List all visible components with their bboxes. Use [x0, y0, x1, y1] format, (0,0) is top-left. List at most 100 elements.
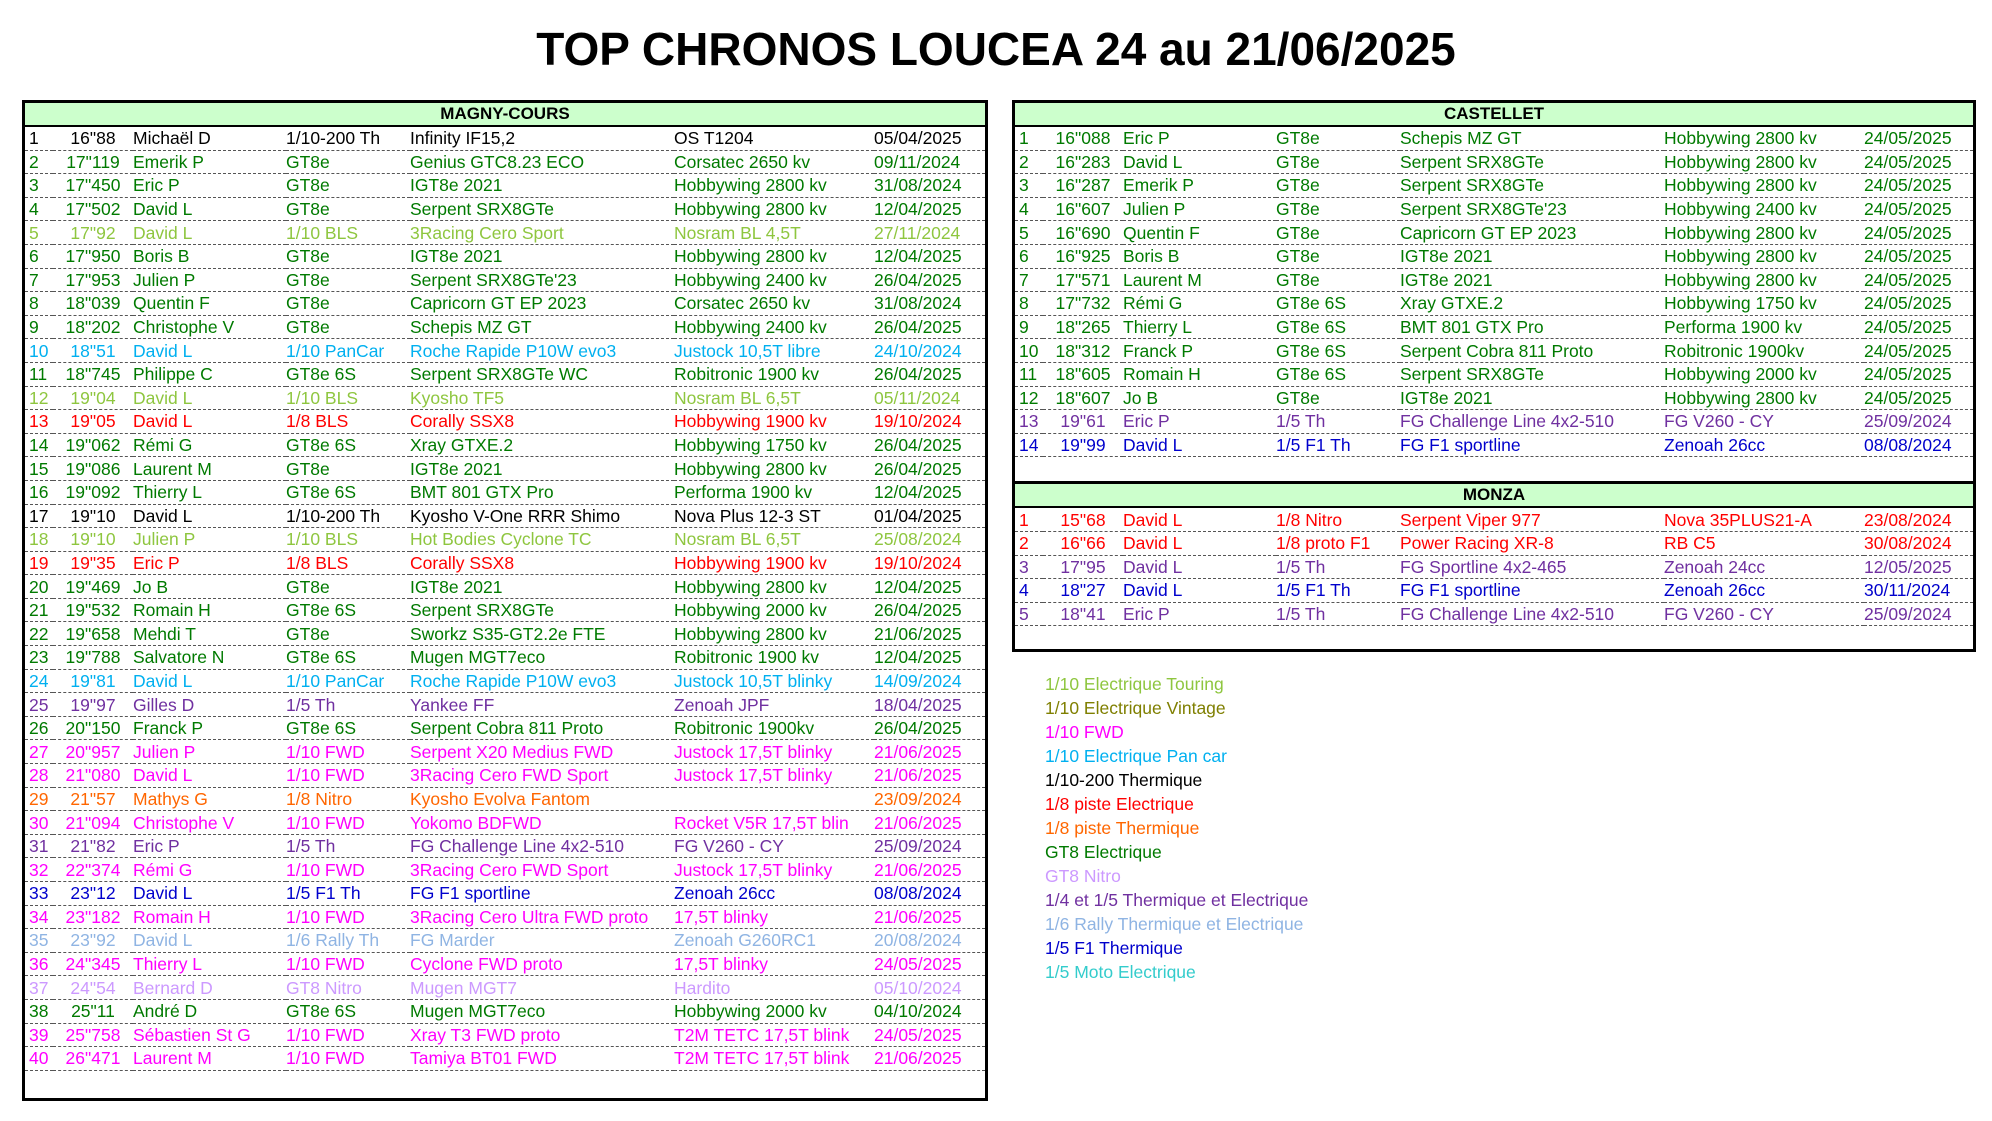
table-row: 3 17"450 Eric P GT8e IGT8e 2021 Hobbywing 280…	[25, 173, 985, 198]
date-cell: 19/10/2024	[874, 409, 985, 434]
table-row: 7 17"953 Julien P GT8e Serpent SRX8GTe'23 Hob…	[25, 268, 985, 293]
rank-cell: 16	[25, 480, 53, 505]
driver-cell: Sébastien St G	[133, 1023, 286, 1048]
lap-time-cell: 19"469	[53, 574, 133, 599]
category-cell: GT8e	[286, 291, 410, 316]
car-cell: Roche Rapide P10W evo3	[410, 669, 674, 694]
lap-time-cell: 16"66	[1043, 531, 1123, 556]
driver-cell: Franck P	[1123, 338, 1276, 363]
motor-cell: Nosram BL 4,5T	[674, 220, 874, 245]
date-cell: 24/05/2025	[874, 1023, 985, 1048]
category-cell: GT8e	[286, 150, 410, 175]
driver-cell: Rémi G	[133, 857, 286, 882]
category-cell: GT8e	[286, 574, 410, 599]
lap-time-cell: 18"41	[1043, 602, 1123, 627]
lap-time-cell: 21"82	[53, 834, 133, 859]
motor-cell: Justock 10,5T libre	[674, 338, 874, 363]
category-cell: GT8e 6S	[286, 433, 410, 458]
table-row: 10 18"312 Franck P GT8e 6S Serpent Cobra 811…	[1015, 338, 1973, 363]
rank-cell: 21	[25, 598, 53, 623]
lap-time-cell: 17"953	[53, 268, 133, 293]
car-cell: BMT 801 GTX Pro	[1400, 315, 1664, 340]
rank-cell: 5	[1015, 602, 1043, 627]
category-cell: GT8e 6S	[1276, 291, 1400, 316]
rank-cell: 30	[25, 810, 53, 835]
date-cell: 24/05/2025	[1864, 386, 1973, 411]
driver-cell: David L	[133, 386, 286, 411]
driver-cell: Thierry L	[1123, 315, 1276, 340]
castellet-table: 1 16"088 Eric P GT8e Schepis MZ GT Hobbywing …	[1015, 127, 1973, 458]
lap-time-cell: 18"51	[53, 338, 133, 363]
motor-cell: Nova 35PLUS21-A	[1664, 508, 1864, 532]
table-row: 5 17"92 David L 1/10 BLS 3Racing Cero Sport N…	[25, 220, 985, 245]
category-cell: 1/5 Th	[1276, 602, 1400, 627]
page-title: TOP CHRONOS LOUCEA 24 au 21/06/2025	[536, 23, 1456, 75]
lap-time-cell: 18"745	[53, 362, 133, 387]
driver-cell: Romain H	[133, 598, 286, 623]
date-cell: 25/09/2024	[1864, 409, 1973, 434]
rank-cell: 38	[25, 999, 53, 1024]
table-row: 11 18"605 Romain H GT8e 6S Serpent SRX8GTe Ho…	[1015, 362, 1973, 387]
driver-cell: Julien P	[133, 739, 286, 765]
rank-cell: 29	[25, 787, 53, 812]
lap-time-cell: 17"92	[53, 220, 133, 245]
lap-time-cell: 26"471	[53, 1046, 133, 1071]
date-cell: 26/04/2025	[874, 433, 985, 458]
category-cell: 1/10 BLS	[286, 527, 410, 552]
table-row: 7 17"571 Laurent M GT8e IGT8e 2021 Hobbywing …	[1015, 268, 1973, 293]
motor-cell: Hobbywing 2000 kv	[674, 598, 874, 623]
car-cell: Yankee FF	[410, 692, 674, 717]
driver-cell: David L	[133, 504, 286, 529]
rank-cell: 3	[25, 173, 53, 198]
table-row: 10 18"51 David L 1/10 PanCar Roche Rapide P1…	[25, 338, 985, 363]
date-cell: 24/05/2025	[1864, 315, 1973, 340]
rank-cell: 2	[25, 150, 53, 175]
motor-cell: Hobbywing 1900 kv	[674, 409, 874, 434]
rank-cell: 14	[25, 433, 53, 458]
motor-cell: Hobbywing 2000 kv	[1664, 362, 1864, 387]
motor-cell: Hobbywing 2800 kv	[1664, 127, 1864, 151]
legend-item: 1/6 Rally Thermique et Electrique	[1045, 914, 1304, 934]
car-cell: FG F1 sportline	[410, 881, 674, 906]
category-cell: 1/5 Th	[1276, 409, 1400, 434]
date-cell: 26/04/2025	[874, 456, 985, 481]
car-cell: 3Racing Cero Sport	[410, 220, 674, 245]
car-cell: IGT8e 2021	[1400, 244, 1664, 269]
lap-time-cell: 19"788	[53, 645, 133, 670]
car-cell: Serpent Cobra 811 Proto	[1400, 338, 1664, 363]
date-cell: 24/05/2025	[1864, 220, 1973, 245]
rank-cell: 9	[25, 315, 53, 340]
lap-time-cell: 21"094	[53, 810, 133, 835]
date-cell: 08/08/2024	[1864, 433, 1973, 458]
car-cell: Corally SSX8	[410, 409, 674, 434]
table-row: 19 19"35 Eric P 1/8 BLS Corally SSX8 Hobbywin…	[25, 551, 985, 576]
date-cell: 24/05/2025	[1864, 127, 1973, 151]
lap-time-cell: 24"54	[53, 975, 133, 1000]
table-row: 14 19"99 David L 1/5 F1 Th FG F1 sportline Ze…	[1015, 433, 1973, 458]
motor-cell: Justock 17,5T blinky	[674, 857, 874, 882]
driver-cell: Laurent M	[133, 456, 286, 481]
car-cell: IGT8e 2021	[1400, 268, 1664, 293]
category-cell: 1/10 FWD	[286, 1046, 410, 1071]
category-cell: 1/5 Th	[286, 834, 410, 859]
rank-cell: 8	[25, 291, 53, 316]
rank-cell: 25	[25, 692, 53, 717]
date-cell: 12/04/2025	[874, 244, 985, 269]
car-cell: IGT8e 2021	[410, 173, 674, 198]
car-cell: FG F1 sportline	[1400, 433, 1664, 458]
table-row: 33 23"12 David L 1/5 F1 Th FG F1 sportline Ze…	[25, 881, 985, 906]
category-cell: GT8e 6S	[286, 645, 410, 670]
car-cell: Serpent SRX8GTe	[410, 598, 674, 623]
rank-cell: 3	[1015, 555, 1043, 580]
driver-cell: Emerik P	[133, 150, 286, 175]
category-cell: GT8e	[286, 173, 410, 198]
category-cell: GT8e	[286, 315, 410, 340]
car-cell: BMT 801 GTX Pro	[410, 480, 674, 505]
rank-cell: 26	[25, 716, 53, 741]
driver-cell: David L	[133, 928, 286, 953]
rank-cell: 40	[25, 1046, 53, 1071]
legend-item: 1/10-200 Thermique	[1045, 770, 1203, 790]
car-cell: FG Challenge Line 4x2-510	[1400, 409, 1664, 434]
category-cell: GT8e	[1276, 244, 1400, 269]
category-cell: 1/8 BLS	[286, 551, 410, 576]
